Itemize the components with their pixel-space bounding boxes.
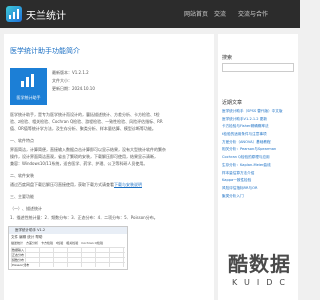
section-heading: 二、软件安装	[10, 173, 34, 178]
article-title: 医学统计助手功能简介	[10, 47, 80, 55]
install-text: 通过百度网盘下载后解压可直接使用，获取下载方式请查看下载与安装说明	[10, 182, 142, 187]
recent-post-link[interactable]: 生存分析：Kaplan-Meier曲线	[222, 162, 282, 170]
watermark-text: 酷数据	[228, 252, 291, 276]
nav-home[interactable]: 网站首页	[184, 9, 208, 18]
recent-post-link[interactable]: 样本量估算方法介绍	[222, 170, 282, 178]
meta-date: 更新日期：2024.10.10	[52, 86, 95, 91]
recent-post-link[interactable]: 风险评估指标RR与OR	[222, 185, 282, 193]
screenshot-title-bar: 医学统计助手 V1.2	[9, 227, 127, 234]
features-line: 操作，设计界面简洁直观，省去了繁琐的安装，下载解压即可使用，结果显示清晰，	[10, 154, 158, 159]
recent-posts-list: 医学统计助手（SPSS 替代版）中文版 医学统计助手V1.2.1.2 更新 卡方…	[222, 108, 282, 200]
screenshot-row: 数据输入	[12, 248, 25, 252]
section-heading: 三、主要功能	[10, 194, 34, 199]
screenshot-row: 频数分布	[12, 258, 25, 262]
recent-post-link[interactable]: Kappa一致性检验	[222, 177, 282, 185]
chart-logo-icon[interactable]	[6, 6, 22, 22]
app-screenshot: 医学统计助手 V1.2 文件 编辑 统计 帮助 描述统计 方差分析 卡方检验 t检验相…	[8, 226, 128, 270]
section-heading: 一、软件特点	[10, 138, 34, 143]
meta-version: 最新版本：V1.2.1.2	[52, 70, 89, 75]
top-bar: 天兰统计 网站首页 交流 交流与合作	[0, 0, 300, 28]
screenshot-row: Poisson分布	[12, 263, 30, 267]
function-list: 1．描述性统计量：2．频数分布：3．正态分布：4．二项分布：5．Poisson分…	[10, 215, 158, 220]
nav-exchange[interactable]: 交流	[214, 9, 226, 18]
recent-post-link[interactable]: 方差分析（ANOVA）基础教程	[222, 139, 282, 147]
screenshot-tabs: 描述统计 方差分析 卡方检验 t检验 相关检验 Cochran Q检验	[11, 241, 104, 245]
features-line: 兼容：Windows10/11系统，适合医学、药学、护理、公卫等科研人员使用。	[10, 161, 148, 166]
intro-line: 医学统计助手，是专为医学统计而设计的，囊括描述统计、方差分析、卡方检验、t检	[10, 112, 160, 117]
screenshot-row: 正态分布	[12, 253, 25, 257]
recent-post-link[interactable]: 医学统计助手（SPSS 替代版）中文版	[222, 108, 282, 116]
watermark-subtext: KUIDC	[232, 278, 292, 287]
recent-posts-heading: 近期文章	[222, 100, 243, 106]
intro-line: 值、OR值等统计学方法，及生存分析、聚类分析、样本量估算、模型诊断等功能。	[10, 126, 156, 131]
recent-post-link[interactable]: Cochran Q检验的原理与应用	[222, 154, 282, 162]
nav-cooperation[interactable]: 交流与合作	[238, 9, 268, 18]
subsection-heading: （一）、描述统计	[10, 206, 42, 211]
recent-post-link[interactable]: 卡方检验与Fisher精确概率法	[222, 123, 282, 131]
chart-icon	[21, 74, 34, 87]
recent-post-link[interactable]: 聚类分析入门	[222, 193, 282, 201]
intro-line: 验、z检验、相关检验、Cochran Q检验、游程检验、一致性检验、风险评估指标…	[10, 119, 163, 124]
article-panel: 医学统计助手功能简介 医学统计助手 最新版本：V1.2.1.2 文件大小： 更新…	[4, 34, 214, 300]
features-line: 界面简洁，计算简便，直接输入数据点击计算即可以显示结果，没有大型统计软件的繁杂	[10, 147, 166, 152]
search-input[interactable]	[222, 63, 294, 72]
meta-size: 文件大小：	[52, 78, 72, 83]
recent-post-link[interactable]: t检验的适用条件与注意事项	[222, 131, 282, 139]
recent-post-link[interactable]: 相关分析：Pearson与Spearman	[222, 146, 282, 154]
search-label: 搜索	[222, 55, 233, 61]
app-icon-caption: 医学统计助手	[16, 95, 41, 100]
app-icon: 医学统计助手	[10, 68, 47, 105]
screenshot-menu: 文件 编辑 统计 帮助	[11, 235, 43, 239]
site-brand[interactable]: 天兰统计	[26, 7, 66, 22]
recent-post-link[interactable]: 医学统计助手V1.2.1.2 更新	[222, 116, 282, 124]
install-guide-link[interactable]: 下载与安装说明	[114, 182, 142, 187]
